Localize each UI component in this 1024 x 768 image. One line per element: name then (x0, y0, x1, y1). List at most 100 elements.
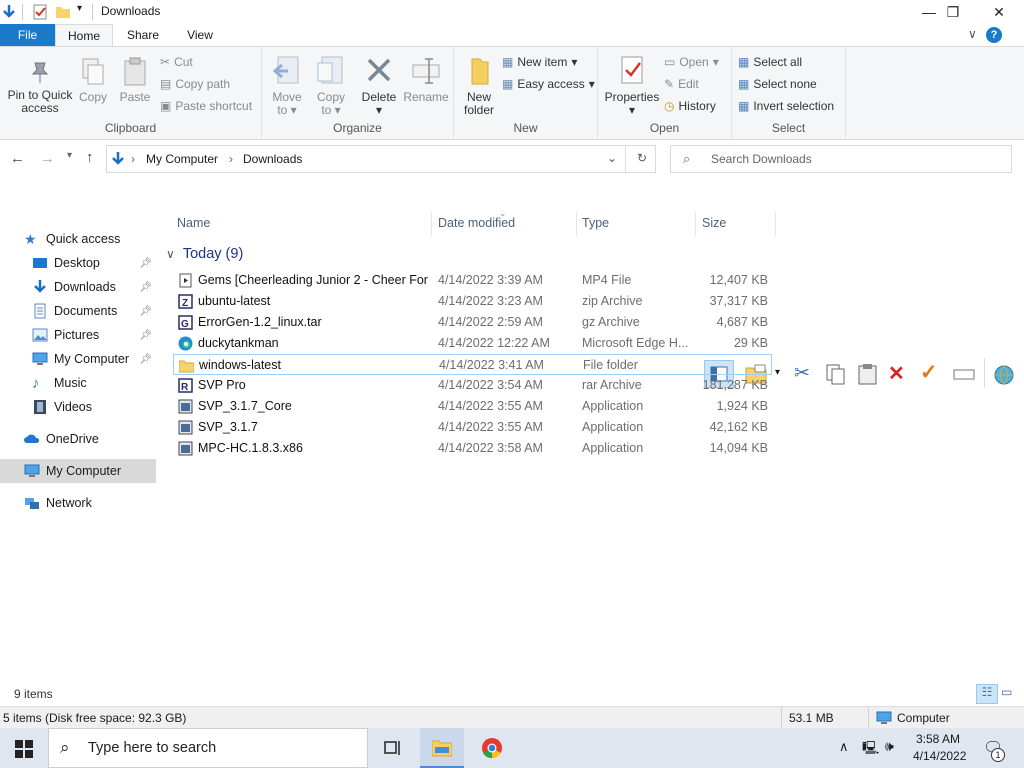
network-tray-icon[interactable]: 🖳︎ (862, 739, 879, 761)
nav-my-computer[interactable]: My Computer (0, 459, 156, 483)
file-row[interactable]: MPC-HC.1.8.3.x86 4/14/2022 3:58 AM Applica… (173, 438, 772, 459)
nav-onedrive[interactable]: OneDrive (0, 428, 156, 450)
search-icon: ⌕ (60, 738, 70, 757)
select-none-button[interactable]: ▦ Select none (738, 77, 817, 91)
file-row[interactable]: SVP_3.1.7 4/14/2022 3:55 AM Application 42,… (173, 417, 772, 438)
move-to-icon (272, 56, 299, 84)
tab-file[interactable]: File (0, 24, 55, 46)
ribbon-tabs: File Home Share View ∨ ? (0, 24, 1024, 46)
rename-button[interactable]: Rename (402, 55, 450, 104)
collapse-group-icon[interactable]: ∨ (166, 247, 175, 261)
easy-access-button[interactable]: ▦ Easy access ▾ (502, 77, 595, 91)
file-row[interactable]: Z ubuntu-latest 4/14/2022 3:23 AM zip Arch… (173, 291, 772, 312)
delete-button[interactable]: Delete ▾ (358, 55, 400, 117)
up-arrow-icon[interactable]: ↑ (86, 149, 94, 166)
address-bar[interactable]: › My Computer › Downloads ⌄ ↻ (106, 145, 656, 173)
large-icons-view-icon[interactable]: ▭ (1001, 685, 1012, 699)
file-row-selected[interactable]: windows-latest 4/14/2022 3:41 AM File fold… (173, 354, 772, 375)
nav-item-downloads[interactable]: Downloads 📌︎ (0, 276, 156, 298)
column-header-type[interactable]: Type (582, 216, 609, 230)
taskbar-file-explorer[interactable] (420, 728, 464, 768)
nav-item-music[interactable]: ♪ Music (0, 372, 156, 394)
copy-button[interactable]: Copy (74, 57, 112, 104)
tab-view[interactable]: View (172, 24, 228, 46)
breadcrumb-my-computer[interactable]: My Computer (146, 152, 218, 166)
cut-button[interactable]: ✂ Cut (160, 55, 193, 69)
move-to-button[interactable]: Move to ▾ (266, 55, 308, 117)
new-item-button[interactable]: ▦ New item ▾ (502, 55, 577, 69)
properties-button[interactable]: Properties ▾ (602, 55, 662, 117)
collapse-ribbon-icon[interactable]: ∨ (968, 27, 977, 41)
history-button[interactable]: ◷ History (664, 99, 716, 113)
select-all-button[interactable]: ▦ Select all (738, 55, 802, 69)
item-count: 9 items (14, 687, 53, 701)
address-dropdown-icon[interactable]: ⌄ (607, 151, 617, 165)
back-arrow-icon[interactable]: ← (10, 150, 25, 167)
forward-arrow-icon[interactable]: → (40, 150, 55, 167)
window-title: Downloads (101, 4, 161, 18)
file-row[interactable]: G ErrorGen-1.2_linux.tar 4/14/2022 2:59 A… (173, 312, 772, 333)
pinned-icon: 📌︎ (139, 353, 152, 365)
tray-date[interactable]: 4/14/2022 (913, 749, 966, 763)
tab-share[interactable]: Share (115, 24, 171, 46)
search-box[interactable]: ⌕ Search Downloads (670, 145, 1012, 173)
desktop-icon (33, 258, 47, 268)
column-header-name[interactable]: Name (177, 216, 210, 230)
paste-tool-icon[interactable] (856, 362, 880, 386)
windows-start-icon[interactable] (15, 740, 33, 758)
breadcrumb-downloads[interactable]: Downloads (243, 152, 302, 166)
music-icon: ♪ (32, 375, 40, 392)
new-folder-quick-icon[interactable] (56, 5, 70, 18)
paste-icon (124, 57, 146, 86)
copy-to-button[interactable]: Copy to ▾ (310, 55, 352, 117)
column-header-date-modified[interactable]: Date modified (438, 216, 515, 230)
invert-selection-button[interactable]: ▦ Invert selection (738, 99, 834, 113)
volume-icon[interactable]: 🕪︎ (885, 738, 894, 755)
group-header-today[interactable]: ∨ Today (9) (166, 246, 243, 262)
paste-button[interactable]: Paste (116, 57, 154, 104)
customize-toolbar-icon[interactable]: ▾ (77, 3, 82, 14)
pin-to-quick-access-button[interactable]: Pin to Quick access (4, 59, 76, 115)
folder-options-dropdown-icon[interactable]: ▾ (775, 367, 780, 378)
recent-locations-icon[interactable]: ▾ (67, 150, 72, 161)
new-item-icon: ▦ (502, 55, 514, 69)
details-view-icon[interactable]: ☷ (976, 684, 998, 704)
nav-item-my-computer-pinned[interactable]: My Computer 📌︎ (0, 348, 156, 370)
properties-check-icon[interactable]: ✓ (920, 360, 938, 385)
globe-icon[interactable] (992, 362, 1016, 386)
show-hidden-icons-icon[interactable]: ∧ (839, 739, 849, 755)
downloads-icon (34, 280, 46, 293)
copy-path-button[interactable]: ▤ Copy path (160, 77, 230, 91)
refresh-icon[interactable]: ↻ (637, 151, 647, 165)
taskbar-search[interactable]: ⌕ Type here to search (48, 728, 368, 768)
edit-button[interactable]: ✎ Edit (664, 77, 699, 91)
rename-tool-icon[interactable] (952, 362, 976, 386)
file-row[interactable]: Gems [Cheerleading Junior 2 - Cheer For.… (173, 270, 772, 291)
title-bar: ▾ Downloads ― ❐ ✕ (0, 0, 1024, 24)
nav-quick-access[interactable]: ★ Quick access (0, 228, 156, 250)
nav-network[interactable]: Network (0, 492, 156, 514)
column-header-size[interactable]: Size (702, 216, 726, 230)
task-view-icon[interactable] (384, 740, 402, 756)
file-row[interactable]: duckytankman 4/14/2022 12:22 AM Microsoft … (173, 333, 772, 354)
paste-shortcut-button[interactable]: ▣ Paste shortcut (160, 99, 252, 113)
cut-tool-icon[interactable]: ✂ (794, 362, 810, 385)
copy-tool-icon[interactable] (824, 362, 848, 386)
nav-item-desktop[interactable]: Desktop 📌︎ (0, 252, 156, 274)
delete-tool-icon[interactable]: ✕ (888, 361, 905, 386)
open-button[interactable]: ▭ Open ▾ (664, 55, 719, 69)
nav-item-videos[interactable]: Videos (0, 396, 156, 418)
help-icon[interactable]: ? (986, 27, 1002, 43)
file-row[interactable]: R SVP Pro 4/14/2022 3:54 AM rar Archive 181… (173, 375, 772, 396)
nav-item-pictures[interactable]: Pictures 📌︎ (0, 324, 156, 346)
close-button[interactable]: ✕ (976, 0, 1022, 24)
new-folder-button[interactable]: New folder (458, 55, 500, 117)
tab-home[interactable]: Home (55, 24, 113, 46)
file-row[interactable]: SVP_3.1.7_Core 4/14/2022 3:55 AM Applicati… (173, 396, 772, 417)
nav-item-documents[interactable]: Documents 📌︎ (0, 300, 156, 322)
maximize-button[interactable]: ❐ (930, 0, 976, 24)
clipboard-label: Clipboard (104, 121, 157, 135)
properties-quick-icon[interactable] (33, 4, 47, 20)
tray-time[interactable]: 3:58 AM (916, 732, 960, 746)
chrome-icon[interactable] (481, 737, 503, 759)
